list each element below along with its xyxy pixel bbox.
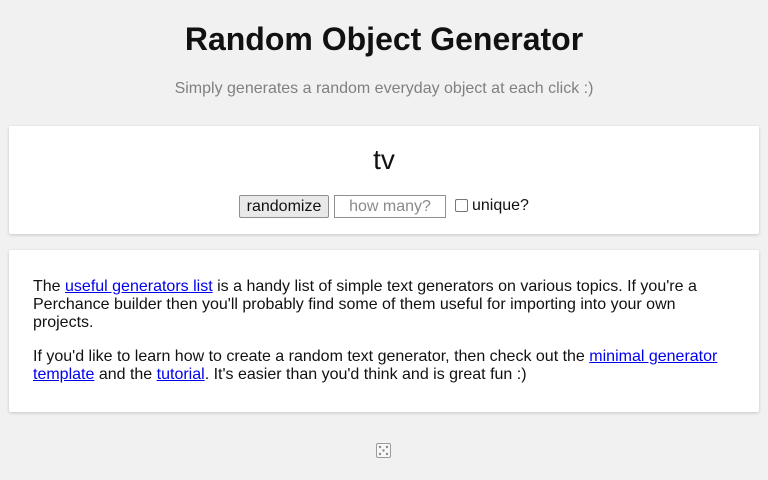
page-title: Random Object Generator bbox=[184, 21, 584, 57]
generator-controls: randomize unique? bbox=[0, 194, 768, 218]
info-text: . It's easier than you'd think and is gr… bbox=[204, 366, 527, 383]
dice-icon[interactable] bbox=[376, 443, 391, 458]
useful-generators-link[interactable]: useful generators list bbox=[65, 278, 213, 295]
info-text: If you'd like to learn how to create a r… bbox=[33, 348, 590, 365]
info-card: The useful generators list is a handy li… bbox=[9, 250, 759, 412]
info-paragraph-2: If you'd like to learn how to create a r… bbox=[33, 348, 733, 384]
randomize-button[interactable]: randomize bbox=[239, 195, 329, 218]
unique-label: unique? bbox=[472, 197, 529, 214]
how-many-input[interactable] bbox=[334, 195, 446, 218]
info-text: The bbox=[33, 278, 66, 295]
unique-checkbox[interactable] bbox=[455, 199, 468, 212]
page-subtitle: Simply generates a random everyday objec… bbox=[174, 80, 594, 97]
page: Random Object Generator Simply generates… bbox=[0, 0, 768, 480]
info-paragraph-1: The useful generators list is a handy li… bbox=[33, 278, 733, 332]
tutorial-link[interactable]: tutorial bbox=[157, 366, 205, 383]
info-text: and the bbox=[94, 366, 157, 383]
generated-output: tv bbox=[373, 144, 395, 175]
